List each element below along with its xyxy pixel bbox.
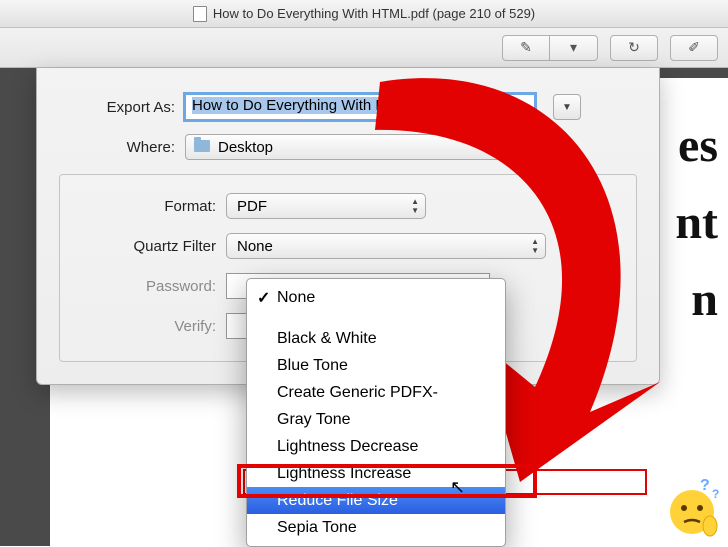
disclosure-button[interactable]: ▼ [553, 94, 581, 120]
svg-text:?: ? [712, 487, 719, 501]
export-as-label: Export As: [59, 99, 185, 116]
quartz-filter-popup[interactable]: None ▲▼ [226, 233, 546, 259]
window-titlebar: How to Do Everything With HTML.pdf (page… [0, 0, 728, 28]
rotate-icon: ↻ [628, 39, 640, 56]
menu-item-none[interactable]: None [247, 284, 505, 311]
quartz-filter-value: None [237, 238, 273, 255]
where-label: Where: [59, 139, 185, 156]
menu-item-sepia-tone[interactable]: Sepia Tone [247, 514, 505, 541]
export-filename-input[interactable]: How to Do Everything With HTML [185, 94, 535, 120]
format-value: PDF [237, 198, 267, 215]
verify-label: Verify: [76, 318, 226, 335]
highlight-menu-button[interactable]: ▾ [550, 35, 598, 61]
menu-item-generic-pdfx[interactable]: Create Generic PDFX- [247, 379, 505, 406]
svg-text:?: ? [700, 477, 710, 494]
markup-icon: ✐ [688, 39, 700, 56]
menu-item-lightness-increase[interactable]: Lightness Increase [247, 460, 505, 487]
menu-separator [247, 311, 505, 325]
format-popup[interactable]: PDF ▲▼ [226, 193, 426, 219]
annotate-segment: ✎ ▾ [502, 35, 598, 61]
filename-selected-text: How to Do Everything With HTML [192, 97, 416, 114]
menu-item-gray-tone[interactable]: Gray Tone [247, 406, 505, 433]
rotate-tool-button[interactable]: ↻ [610, 35, 658, 61]
menu-item-black-white[interactable]: Black & White [247, 325, 505, 352]
password-label: Password: [76, 278, 226, 295]
toolbar: ✎ ▾ ↻ ✐ [0, 28, 728, 68]
chevron-down-icon: ▾ [570, 39, 577, 56]
pdf-file-icon [193, 6, 207, 22]
quartz-filter-label: Quartz Filter [76, 238, 226, 255]
menu-item-reduce-file-size[interactable]: Reduce File Size [247, 487, 505, 514]
folder-icon [194, 140, 210, 152]
thinking-emoji: ? ? [660, 476, 724, 540]
highlight-tool-button[interactable]: ✎ [502, 35, 550, 61]
markup-tool-button[interactable]: ✐ [670, 35, 718, 61]
window-title: How to Do Everything With HTML.pdf (page… [213, 6, 535, 21]
menu-item-blue-tone[interactable]: Blue Tone [247, 352, 505, 379]
menu-item-lightness-decrease[interactable]: Lightness Decrease [247, 433, 505, 460]
format-label: Format: [76, 198, 226, 215]
updown-icon: ▲▼ [411, 197, 419, 215]
where-popup[interactable]: Desktop [185, 134, 543, 160]
chevron-down-icon: ▼ [562, 102, 572, 113]
quartz-filter-menu: None Black & White Blue Tone Create Gene… [246, 278, 506, 547]
highlight-icon: ✎ [520, 39, 532, 56]
updown-icon: ▲▼ [531, 237, 539, 255]
where-value: Desktop [218, 139, 273, 156]
